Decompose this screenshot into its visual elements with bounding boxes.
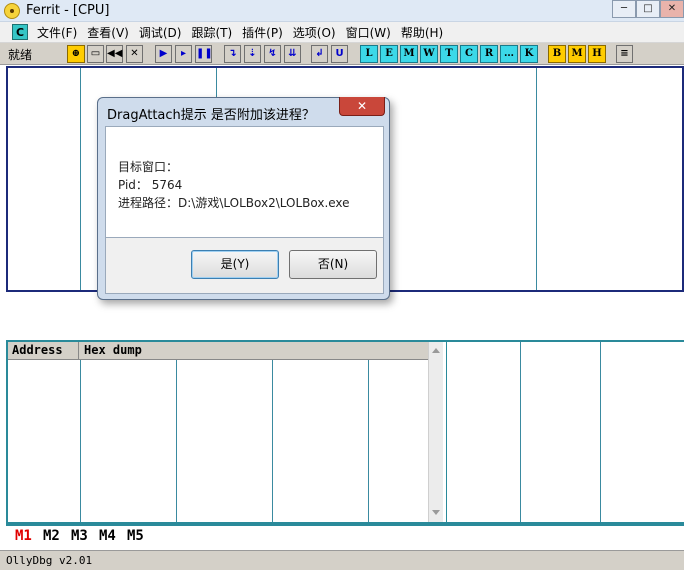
- column-divider: [600, 342, 601, 522]
- tab-m5[interactable]: M5: [127, 528, 144, 544]
- dump-scrollbar[interactable]: [428, 342, 443, 522]
- rewind-icon[interactable]: ◀◀: [106, 45, 123, 63]
- column-divider: [80, 68, 81, 290]
- status-label: 就绪: [8, 48, 33, 62]
- close-process-icon[interactable]: ✕: [126, 45, 143, 63]
- menu-file[interactable]: 文件(F): [32, 24, 82, 41]
- run-trace-window-button[interactable]: …: [500, 45, 518, 63]
- column-divider: [272, 360, 273, 522]
- windows-window-button[interactable]: W: [420, 45, 438, 63]
- dialog-process-path: 进程路径：D:\游戏\LOLBox2\LOLBox.exe: [118, 196, 350, 210]
- hardware-breakpoints-window-button[interactable]: H: [588, 45, 606, 63]
- tab-m3[interactable]: M3: [71, 528, 88, 544]
- yes-button[interactable]: 是(Y): [191, 250, 279, 279]
- pane-divider: [446, 342, 447, 522]
- column-header-address[interactable]: Address: [12, 343, 63, 357]
- app-icon: [4, 3, 20, 19]
- memory-map-window-button[interactable]: M: [400, 45, 418, 63]
- dialog-body: 目标窗口： Pid： 5764 进程路径：D:\游戏\LOLBox2\LOLBo…: [105, 126, 384, 238]
- column-divider: [368, 360, 369, 522]
- dump-pane[interactable]: [6, 340, 684, 524]
- menu-plugins[interactable]: 插件(P): [237, 24, 288, 41]
- open-folder-icon[interactable]: ▭: [87, 45, 104, 63]
- list-icon[interactable]: ≡: [616, 45, 633, 63]
- column-divider: [520, 342, 521, 522]
- header-divider: [78, 342, 79, 360]
- dump-header: Address Hex dump: [8, 342, 428, 360]
- menu-window[interactable]: 窗口(W): [341, 24, 396, 41]
- scroll-up-icon[interactable]: [432, 348, 440, 353]
- step-into-icon[interactable]: ↴: [224, 45, 241, 63]
- menu-trace[interactable]: 跟踪(T): [186, 24, 237, 41]
- executables-window-button[interactable]: E: [380, 45, 398, 63]
- column-divider: [536, 68, 537, 290]
- cpu-window-button[interactable]: C: [460, 45, 478, 63]
- title-bar: Ferrit - [CPU] ─ □ ✕: [0, 0, 684, 22]
- column-header-hex-dump[interactable]: Hex dump: [84, 343, 142, 357]
- menu-help[interactable]: 帮助(H): [396, 24, 448, 41]
- memory-tabs: M1 M2 M3 M4 M5: [6, 524, 684, 548]
- menu-debug[interactable]: 调试(D): [134, 24, 187, 41]
- close-button[interactable]: ✕: [660, 0, 684, 18]
- crosshair-icon[interactable]: ⊕: [67, 45, 85, 63]
- maximize-button[interactable]: □: [636, 0, 660, 18]
- toolbar: 就绪 ⊕ ▭ ◀◀ ✕ ▶ ▸ ❚❚ ↴ ⇣ ↯ ⇊ ↲ U L E M W T…: [0, 43, 684, 65]
- references-window-button[interactable]: R: [480, 45, 498, 63]
- version-label: OllyDbg v2.01: [6, 554, 93, 567]
- minimize-button[interactable]: ─: [612, 0, 636, 18]
- log-window-button[interactable]: L: [360, 45, 378, 63]
- pause-icon[interactable]: ❚❚: [195, 45, 213, 63]
- dialog-title: DragAttach提示 是否附加该进程？: [107, 108, 315, 123]
- menu-options[interactable]: 选项(O): [288, 24, 341, 41]
- window-title: Ferrit - [CPU]: [26, 3, 110, 18]
- dialog-footer: 是(Y) 否(N): [105, 238, 384, 294]
- cpu-window-badge[interactable]: C: [12, 24, 28, 40]
- menu-bar: C 文件(F) 查看(V) 调试(D) 跟踪(T) 插件(P) 选项(O) 窗口…: [0, 22, 684, 43]
- trace-into-icon[interactable]: ↯: [264, 45, 281, 63]
- status-bar: OllyDbg v2.01: [0, 550, 684, 570]
- window-controls: ─ □ ✕: [612, 0, 684, 18]
- tab-m4[interactable]: M4: [99, 528, 116, 544]
- tab-m2[interactable]: M2: [43, 528, 60, 544]
- threads-window-button[interactable]: T: [440, 45, 458, 63]
- call-stack-window-button[interactable]: K: [520, 45, 538, 63]
- dialog-target-window: 目标窗口：: [118, 160, 179, 174]
- dialog-close-icon[interactable]: ✕: [339, 97, 385, 116]
- trace-over-icon[interactable]: ⇊: [284, 45, 301, 63]
- execute-till-user-code-icon[interactable]: U: [331, 45, 348, 63]
- menu-view[interactable]: 查看(V): [82, 24, 134, 41]
- dialog-pid: Pid： 5764: [118, 178, 183, 192]
- breakpoints-window-button[interactable]: B: [548, 45, 566, 63]
- memory-breakpoints-window-button[interactable]: M: [568, 45, 586, 63]
- no-button[interactable]: 否(N): [289, 250, 377, 279]
- scroll-down-icon[interactable]: [432, 510, 440, 515]
- execute-till-return-icon[interactable]: ↲: [311, 45, 328, 63]
- tab-m1[interactable]: M1: [15, 528, 32, 544]
- column-divider: [80, 342, 81, 522]
- attach-dialog: DragAttach提示 是否附加该进程？ ✕ 目标窗口： Pid： 5764 …: [97, 97, 390, 300]
- column-divider: [176, 360, 177, 522]
- run-thread-icon[interactable]: ▸: [175, 45, 192, 63]
- run-icon[interactable]: ▶: [155, 45, 172, 63]
- step-over-icon[interactable]: ⇣: [244, 45, 261, 63]
